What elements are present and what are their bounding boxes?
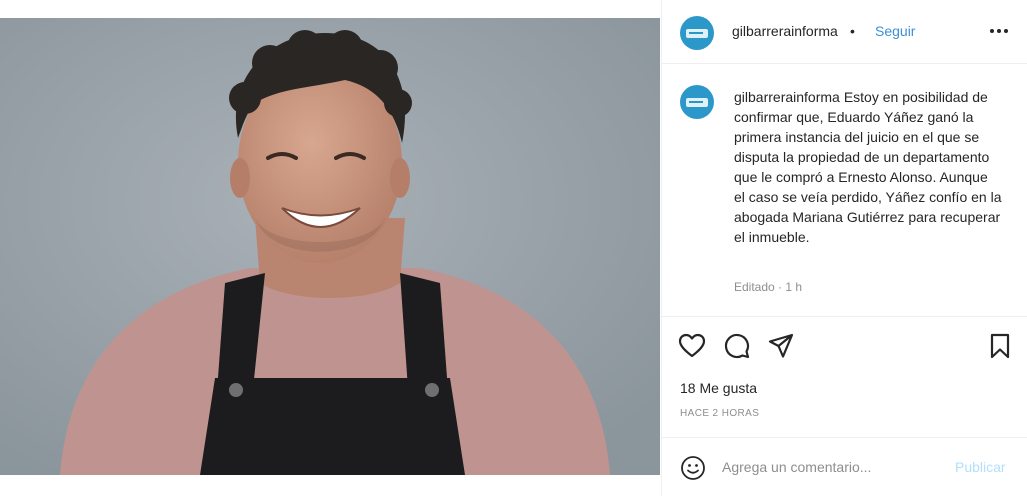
more-options-icon[interactable] bbox=[986, 18, 1012, 44]
likes-count[interactable]: 18 Me gusta bbox=[680, 380, 757, 396]
follow-button[interactable]: Seguir bbox=[875, 23, 915, 39]
paper-plane-icon[interactable] bbox=[767, 332, 795, 360]
emoji-smiley-icon[interactable] bbox=[680, 455, 706, 481]
portrait-illustration bbox=[0, 18, 660, 475]
avatar-logo bbox=[686, 97, 708, 107]
profile-avatar[interactable] bbox=[680, 16, 714, 50]
username-link[interactable]: gilbarrerainforma bbox=[732, 23, 838, 39]
instagram-post-window: gilbarrerainforma • Seguir gilbarrerainf… bbox=[0, 0, 1027, 496]
post-timestamp[interactable]: HACE 2 HORAS bbox=[680, 408, 759, 419]
caption-section: gilbarrerainforma Estoy en posibilidad de… bbox=[662, 65, 1027, 317]
bookmark-icon[interactable] bbox=[986, 332, 1014, 360]
caption: gilbarrerainforma Estoy en posibilidad de… bbox=[734, 87, 1002, 247]
action-bar bbox=[662, 318, 1027, 374]
heart-icon[interactable] bbox=[678, 332, 706, 360]
comment-bubble-icon[interactable] bbox=[723, 332, 751, 360]
avatar-logo bbox=[686, 28, 708, 38]
comment-input[interactable] bbox=[722, 456, 942, 478]
separator-dot: • bbox=[850, 23, 855, 39]
post-photo[interactable] bbox=[0, 18, 660, 475]
caption-text: Estoy en posibilidad de confirmar que, E… bbox=[734, 89, 1002, 245]
comment-bar: Publicar bbox=[662, 437, 1027, 496]
caption-username[interactable]: gilbarrerainforma bbox=[734, 89, 840, 105]
caption-avatar[interactable] bbox=[680, 85, 714, 119]
edited-label: Editado · 1 h bbox=[734, 280, 803, 294]
post-side-panel: gilbarrerainforma • Seguir gilbarrerainf… bbox=[661, 0, 1027, 496]
publish-button[interactable]: Publicar bbox=[955, 459, 1006, 475]
post-header: gilbarrerainforma • Seguir bbox=[662, 0, 1027, 64]
